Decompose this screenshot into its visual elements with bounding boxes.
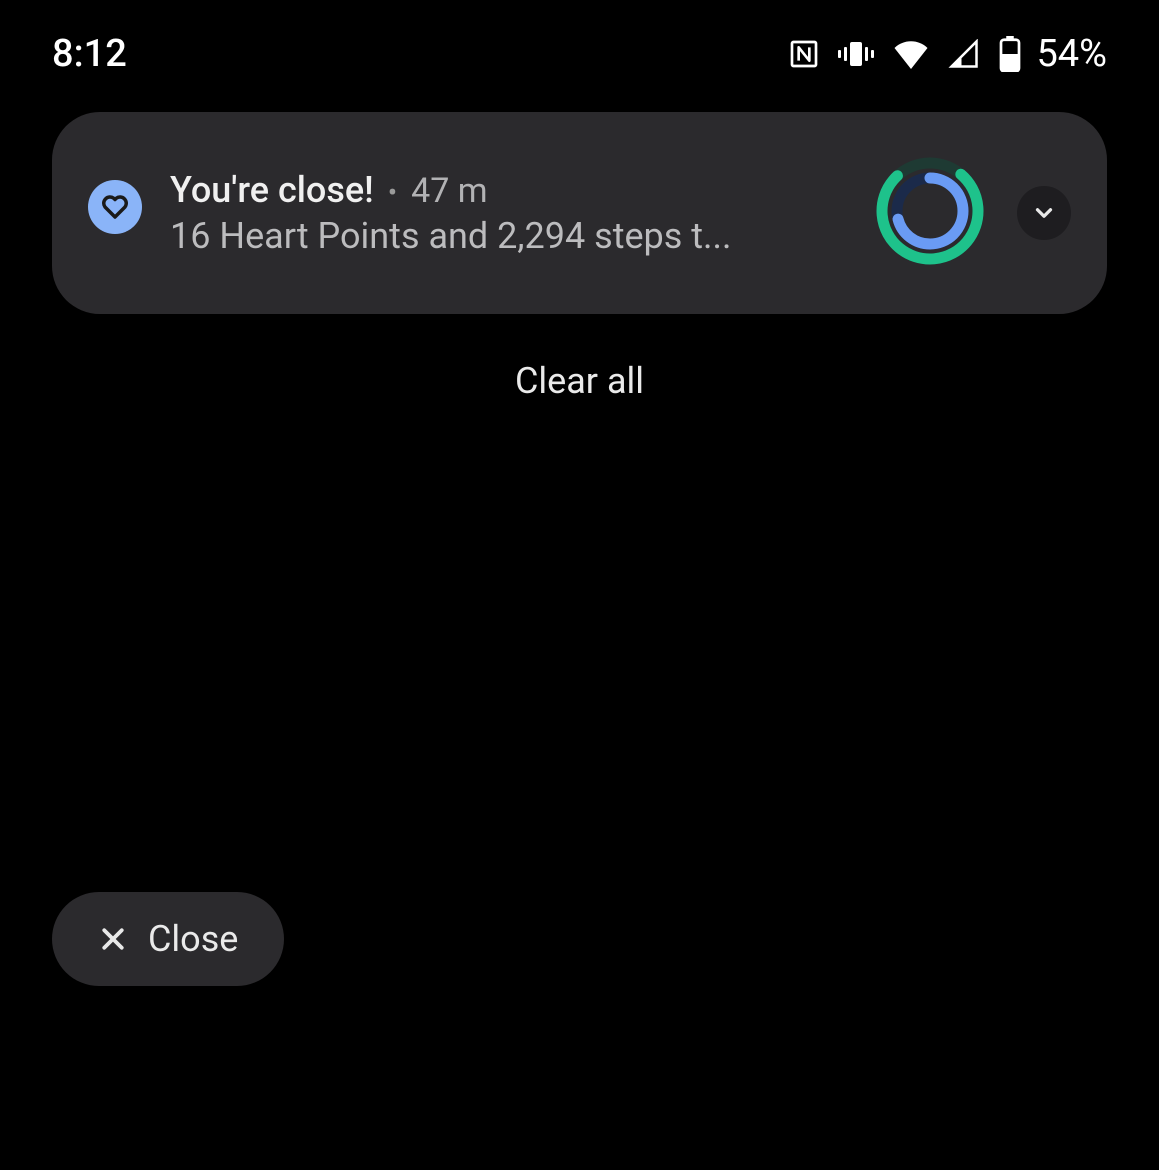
- wifi-icon: [892, 39, 930, 69]
- nfc-icon: [788, 38, 820, 70]
- status-time: 8:12: [52, 32, 127, 76]
- status-right: 54%: [788, 32, 1107, 76]
- notification-subtitle: 16 Heart Points and 2,294 steps t...: [170, 215, 750, 257]
- notification-title-row: You're close! • 47 m: [170, 169, 847, 211]
- separator-dot: •: [388, 176, 397, 209]
- activity-rings-icon: [875, 156, 985, 270]
- clear-all-button[interactable]: Clear all: [0, 360, 1159, 402]
- battery-percent: 54%: [1036, 32, 1107, 76]
- chevron-down-icon: [1031, 200, 1057, 226]
- notification-body: You're close! • 47 m 16 Heart Points and…: [170, 169, 847, 257]
- battery-icon: [998, 36, 1022, 72]
- notification-age: 47 m: [411, 171, 487, 211]
- notification-title: You're close!: [170, 169, 374, 211]
- vibrate-icon: [838, 39, 874, 69]
- close-button[interactable]: Close: [52, 892, 284, 986]
- close-icon: [98, 924, 128, 954]
- notification-card[interactable]: You're close! • 47 m 16 Heart Points and…: [52, 112, 1107, 314]
- close-label: Close: [148, 918, 238, 960]
- expand-button[interactable]: [1017, 186, 1071, 240]
- status-bar: 8:12: [0, 0, 1159, 90]
- google-fit-app-icon: [88, 180, 142, 234]
- cellular-signal-icon: [948, 39, 980, 69]
